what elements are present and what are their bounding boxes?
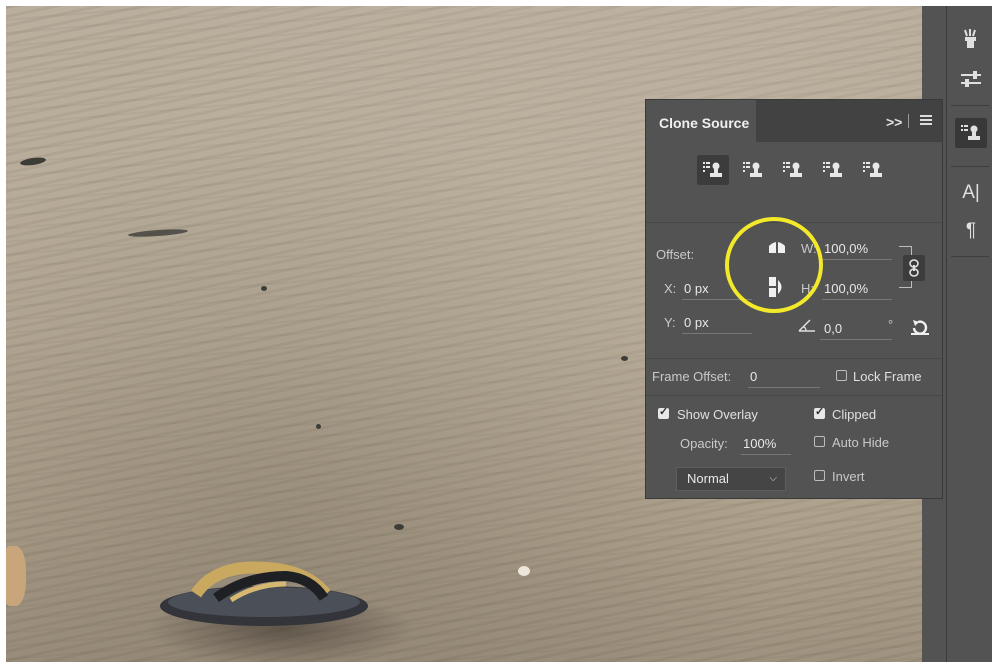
y-field-underline: [682, 333, 752, 334]
lock-frame-label: Lock Frame: [853, 369, 922, 384]
toolbar-divider: [951, 166, 989, 167]
clipped-label: Clipped: [832, 407, 877, 422]
offset-label: Offset:: [656, 247, 695, 262]
clone-source-5-icon[interactable]: [857, 155, 889, 185]
clone-source-3-icon[interactable]: [777, 155, 809, 185]
w-scale-field[interactable]: 100,0%: [824, 241, 868, 256]
panel-menu-icon[interactable]: [920, 115, 932, 127]
angle-field[interactable]: 0,0: [824, 321, 842, 336]
angle-icon: [798, 318, 816, 335]
blend-mode-select[interactable]: Normal ⌵: [676, 467, 786, 491]
toolbar-divider: [951, 256, 989, 257]
panel-dock-toolbar: A| ¶: [946, 6, 992, 662]
clone-source-4-icon[interactable]: [817, 155, 849, 185]
h-scale-field[interactable]: 100,0%: [824, 281, 868, 296]
y-label: Y:: [664, 315, 676, 330]
pebble: [621, 356, 628, 361]
rock-edge: [6, 546, 26, 606]
show-overlay-checkbox[interactable]: [658, 405, 669, 419]
opacity-field-underline: [741, 454, 791, 455]
pebble: [19, 156, 47, 167]
pebble: [261, 286, 267, 291]
toolbar-divider: [951, 105, 989, 106]
clone-source-1-icon[interactable]: [697, 155, 729, 185]
auto-hide-checkbox[interactable]: [814, 436, 825, 447]
clipped-checkbox[interactable]: [814, 405, 825, 419]
angle-field-underline: [820, 339, 892, 340]
lock-frame-checkbox[interactable]: [836, 370, 847, 381]
section-divider: [646, 358, 942, 359]
x-offset-field[interactable]: 0 px: [684, 281, 709, 296]
invert-label: Invert: [832, 469, 865, 484]
section-divider: [646, 395, 942, 396]
blend-mode-value: Normal: [687, 471, 729, 486]
clone-source-icon[interactable]: [955, 118, 987, 148]
pebble: [518, 566, 530, 576]
pebble: [316, 424, 321, 429]
y-offset-field[interactable]: 0 px: [684, 315, 709, 330]
pebble: [394, 524, 404, 530]
highlight-circle: [725, 217, 823, 313]
reset-transform-icon[interactable]: [910, 318, 930, 339]
paragraph-icon[interactable]: ¶: [955, 216, 987, 246]
frame-offset-underline: [748, 387, 820, 388]
character-icon[interactable]: A|: [955, 178, 987, 208]
w-field-underline: [822, 259, 892, 260]
pebble: [127, 227, 189, 239]
opacity-label: Opacity:: [680, 436, 728, 451]
brush-presets-icon[interactable]: [955, 24, 987, 54]
link-scale-icon[interactable]: [903, 255, 925, 281]
auto-hide-label: Auto Hide: [832, 435, 890, 450]
chevron-down-icon: ⌵: [769, 473, 777, 484]
show-overlay-label: Show Overlay: [677, 407, 758, 422]
flip-flop-sandal: [160, 561, 368, 626]
x-label: X:: [664, 281, 677, 296]
adjustments-icon[interactable]: [955, 64, 987, 94]
panel-tab-bar: Clone Source >>: [646, 100, 942, 142]
invert-checkbox[interactable]: [814, 470, 825, 481]
tab-divider: [908, 114, 909, 128]
frame-offset-label: Frame Offset:: [652, 369, 732, 384]
h-field-underline: [822, 299, 892, 300]
expand-panels-icon[interactable]: >>: [886, 114, 902, 130]
tab-clone-source[interactable]: Clone Source: [646, 100, 756, 142]
opacity-field[interactable]: 100%: [743, 436, 776, 451]
frame-offset-field[interactable]: 0: [750, 369, 757, 384]
degree-mark: °: [888, 317, 894, 332]
clone-source-2-icon[interactable]: [737, 155, 769, 185]
